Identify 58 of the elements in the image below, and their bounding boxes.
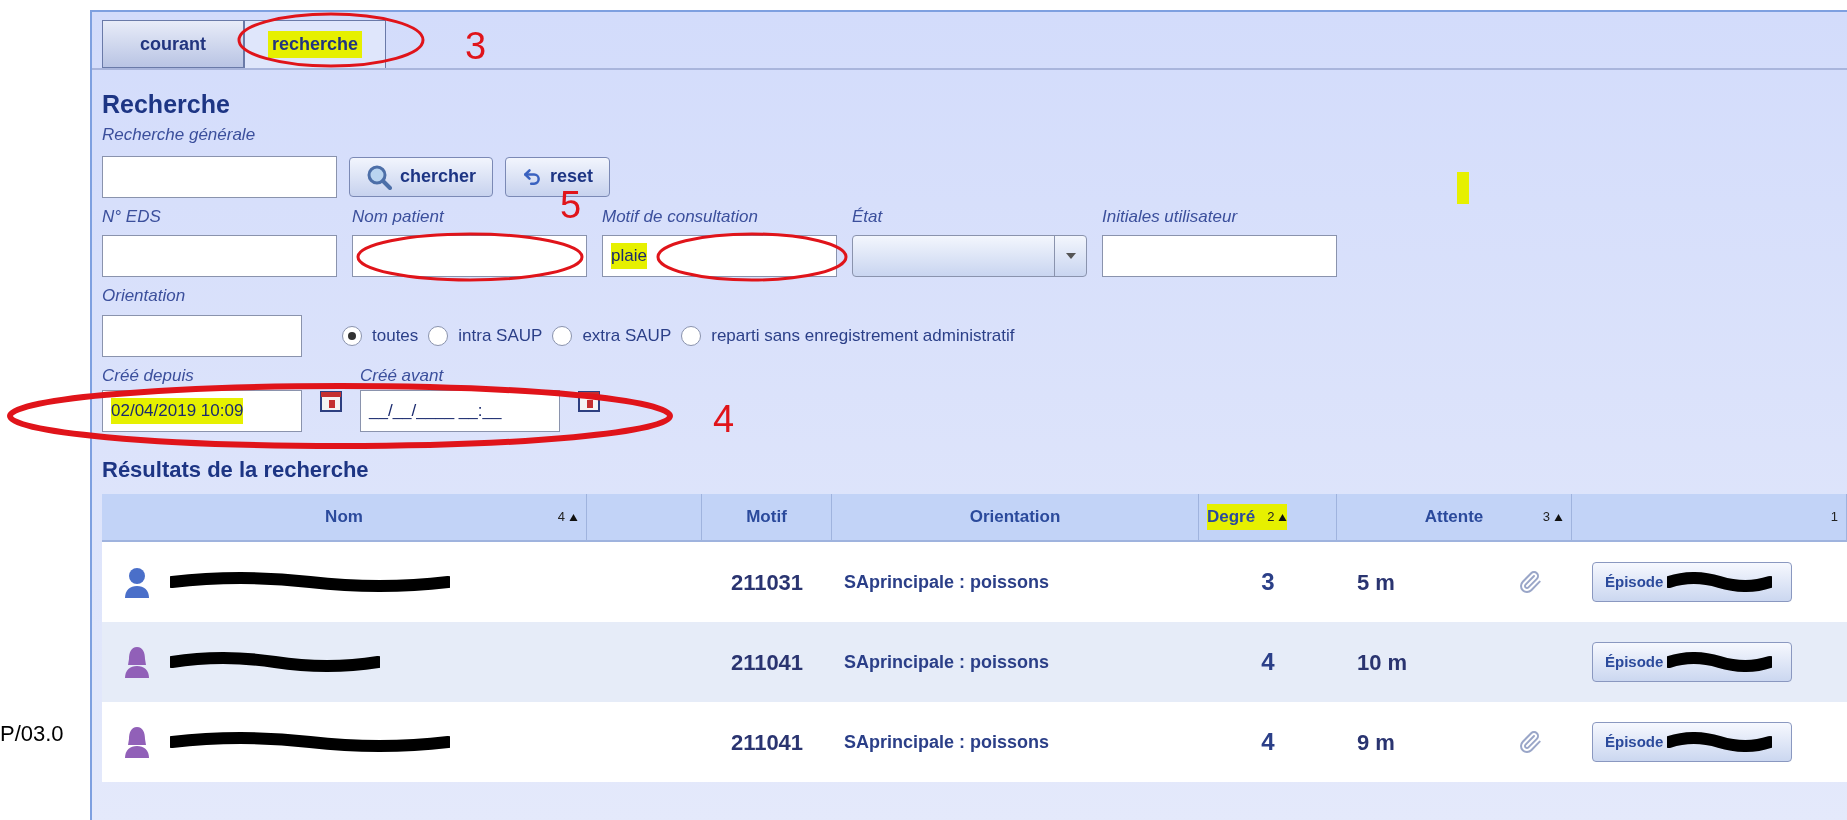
field-label: Orientation	[102, 285, 187, 307]
tab[interactable]: recherche	[244, 20, 386, 68]
table-cell: 4	[1199, 702, 1337, 782]
table-cell: SAprincipale : poissons	[832, 622, 1199, 702]
undo-icon	[522, 166, 543, 187]
column-header[interactable]: 1	[1572, 494, 1847, 542]
sort-ascending-icon	[1278, 512, 1288, 522]
annotation-number: 4	[713, 400, 735, 438]
tab[interactable]: courant	[102, 20, 244, 68]
episode-button[interactable]: Épisode	[1592, 722, 1792, 762]
field-label: Créé depuis	[102, 364, 195, 387]
table-cell: 211041	[702, 702, 832, 782]
date-field[interactable]: __/__/____ __:__	[360, 390, 560, 432]
field-label: Motif de consultation	[602, 205, 758, 228]
radio-option[interactable]: intra SAUP	[428, 322, 543, 349]
field-label: Recherche générale	[102, 124, 257, 146]
column-header[interactable]: Orientation	[832, 494, 1199, 542]
sort-ascending-icon	[569, 512, 578, 522]
text-field[interactable]: plaie	[602, 235, 837, 277]
column-header[interactable]: Attente 3	[1337, 494, 1572, 542]
search-icon	[366, 163, 392, 190]
radio-option[interactable]: toutes	[342, 322, 419, 349]
search-button[interactable]: chercher	[349, 156, 494, 197]
date-field[interactable]: 02/04/2019 10:09	[102, 390, 302, 432]
episode-button[interactable]: Épisode	[1592, 642, 1792, 682]
field-label: Nom patient	[352, 205, 444, 228]
field-label: Initiales utilisateur	[1102, 205, 1238, 228]
waiting-time: 10 m	[1357, 648, 1408, 677]
radio-option[interactable]: reparti sans enregistrement administratif	[681, 322, 1015, 349]
state-dropdown[interactable]	[852, 235, 1087, 277]
table-cell: 211041	[702, 622, 832, 702]
waiting-time: 9 m	[1357, 728, 1395, 757]
annotation-number: 3	[465, 27, 487, 65]
results-heading: Résultats de la recherche	[102, 456, 370, 484]
sort-ascending-icon	[1554, 512, 1563, 522]
table-cell: 211031	[702, 542, 832, 622]
orientation-field[interactable]	[102, 314, 302, 357]
table-cell: SAprincipale : poissons	[832, 542, 1199, 622]
section-heading: Recherche	[102, 89, 231, 120]
field-label: N° EDS	[102, 205, 161, 228]
dropdown-caret-icon	[1065, 253, 1076, 259]
radio-option[interactable]: extra SAUP	[552, 322, 672, 349]
text-field[interactable]	[102, 235, 337, 277]
field-label: État	[852, 205, 883, 228]
table-cell: 4	[1199, 622, 1337, 702]
table-cell: SAprincipale : poissons	[832, 702, 1199, 782]
general-search-field[interactable]	[102, 155, 337, 198]
highlight-mark	[1457, 172, 1469, 204]
column-header[interactable]: Motif	[702, 494, 832, 542]
episode-button[interactable]: Épisode	[1592, 562, 1792, 602]
field-label: Créé avant	[360, 364, 445, 387]
text-field[interactable]	[1102, 235, 1337, 277]
column-header[interactable]: Degré 2	[1199, 494, 1337, 542]
calendar-icon[interactable]	[320, 390, 342, 412]
table-cell: 3	[1199, 542, 1337, 622]
slide-footer-text: P/03.0	[0, 720, 65, 748]
column-header[interactable]: Nom 4	[102, 494, 587, 542]
waiting-time: 5 m	[1357, 568, 1395, 597]
